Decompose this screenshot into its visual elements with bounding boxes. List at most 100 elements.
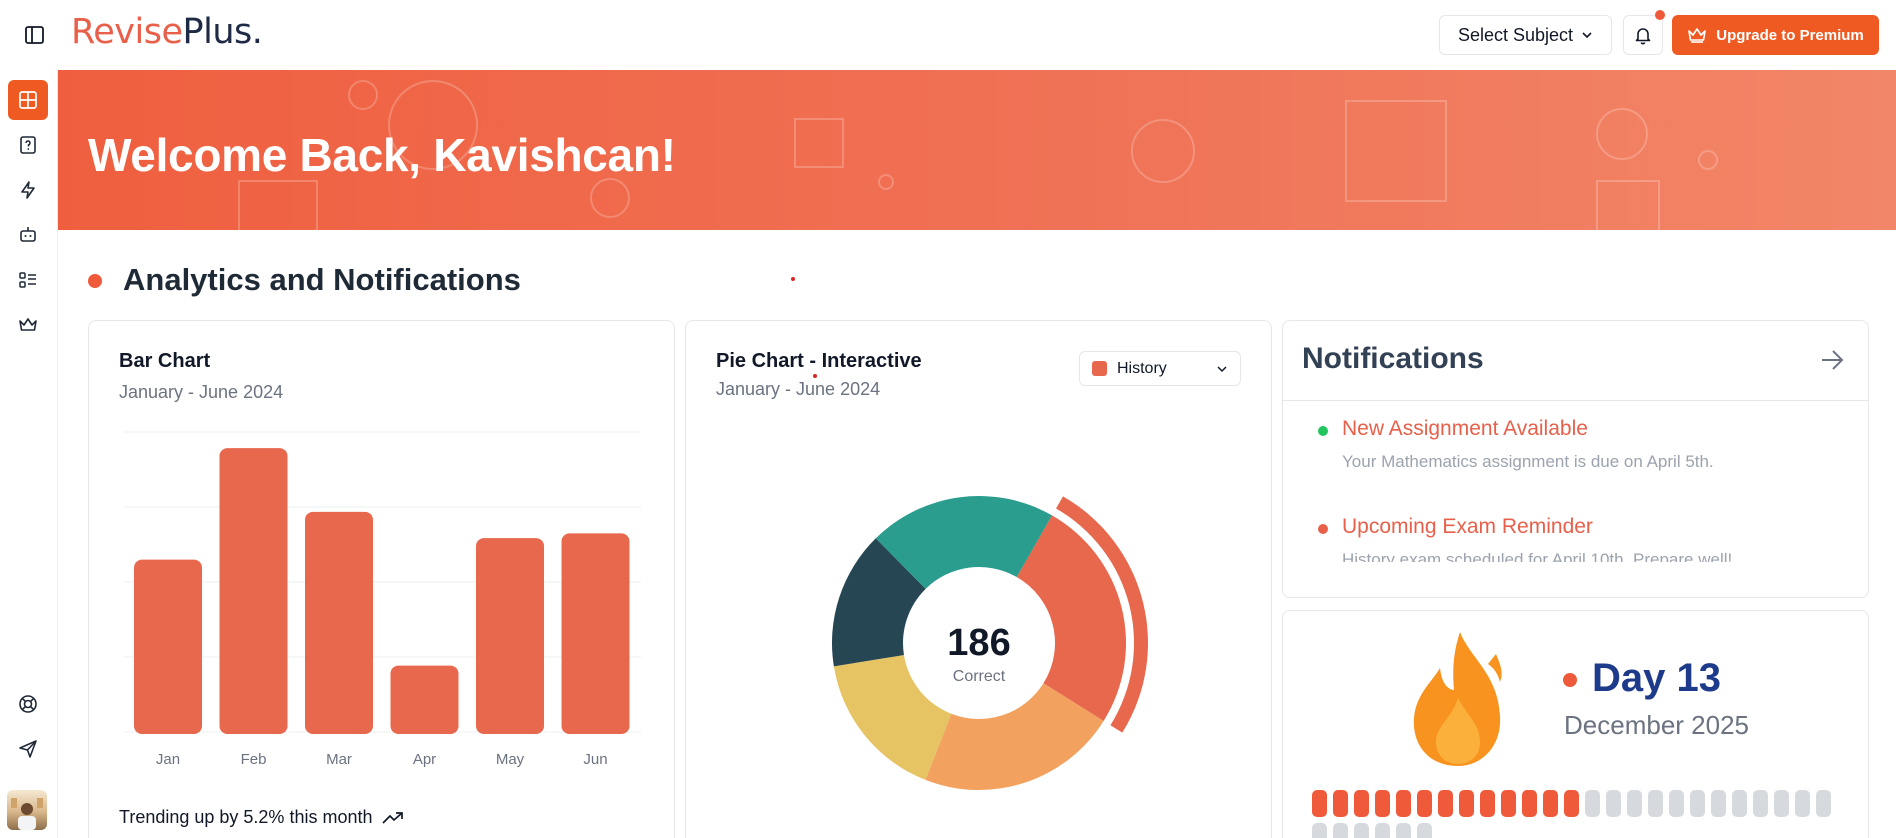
sidebar — [0, 70, 58, 838]
streak-day-pill — [1690, 790, 1705, 817]
streak-day-pill — [1375, 823, 1390, 838]
streak-day-pill — [1648, 790, 1663, 817]
streak-day-pill — [1501, 790, 1516, 817]
bar-may[interactable] — [476, 538, 544, 734]
notification-status-dot — [1318, 426, 1328, 436]
sidebar-toggle-icon[interactable] — [24, 24, 46, 46]
streak-calendar — [1312, 790, 1842, 838]
notification-list: New Assignment Available Your Mathematic… — [1282, 402, 1869, 562]
sidebar-item-support[interactable] — [8, 684, 48, 724]
streak-day-pill — [1585, 790, 1600, 817]
notification-body: History exam scheduled for April 10th. P… — [1342, 550, 1733, 562]
logo-part-revise: Revise — [71, 12, 183, 52]
fire-icon — [1413, 632, 1502, 766]
subject-filter-label: History — [1117, 359, 1167, 377]
streak-day-pill — [1564, 790, 1579, 817]
streak-day-pill — [1312, 790, 1327, 817]
section-dot — [88, 274, 102, 288]
streak-day-pill — [1312, 823, 1327, 838]
streak-day-pill — [1417, 790, 1432, 817]
decor-square — [1596, 180, 1660, 230]
x-tick-label: Feb — [241, 751, 267, 768]
select-subject-button[interactable]: Select Subject — [1439, 15, 1612, 55]
streak-dot — [1563, 673, 1577, 687]
decor-circle — [1596, 108, 1648, 160]
decor-square — [1345, 100, 1447, 202]
streak-day-pill — [1354, 790, 1369, 817]
decor-circle — [590, 178, 630, 218]
arrow-right-icon[interactable] — [1820, 348, 1846, 372]
lightning-icon — [21, 181, 35, 199]
bot-icon — [20, 227, 36, 242]
sidebar-item-ai-bot[interactable] — [8, 215, 48, 255]
chevron-down-icon — [1582, 32, 1592, 39]
x-tick-label: Jan — [156, 751, 180, 768]
notification-title[interactable]: Upcoming Exam Reminder — [1342, 515, 1593, 539]
x-tick-label: May — [496, 751, 525, 768]
streak-day-pill — [1627, 790, 1642, 817]
avatar[interactable] — [7, 790, 47, 830]
decor-circle — [348, 80, 378, 110]
x-tick-label: Apr — [413, 751, 436, 768]
bar-jan[interactable] — [134, 559, 202, 734]
sidebar-item-flash[interactable] — [8, 170, 48, 210]
stray-dot — [791, 277, 795, 281]
chevron-down-icon — [1217, 365, 1227, 372]
stray-dot — [813, 374, 817, 378]
bar-feb[interactable] — [219, 448, 288, 734]
streak-day-pill — [1333, 790, 1348, 817]
app-logo[interactable]: RevisePlus. — [71, 12, 263, 52]
bar-chart-subtitle: January - June 2024 — [119, 382, 284, 402]
notifications-title: Notifications — [1302, 342, 1484, 375]
streak-day-pill — [1354, 823, 1369, 838]
decor-circle — [878, 174, 894, 190]
sidebar-item-premium[interactable] — [8, 305, 48, 345]
bar-chart-title: Bar Chart — [119, 350, 211, 372]
subject-filter-select[interactable]: History — [1079, 351, 1241, 386]
top-bar: RevisePlus. Select Subject Upgrade to Pr… — [0, 0, 1896, 70]
streak-day-pill — [1375, 790, 1390, 817]
notification-title[interactable]: New Assignment Available — [1342, 417, 1588, 441]
crown-icon — [1688, 28, 1707, 43]
streak-day-pill — [1753, 790, 1768, 817]
upgrade-premium-button[interactable]: Upgrade to Premium — [1672, 15, 1879, 55]
sidebar-item-feedback[interactable] — [8, 729, 48, 769]
notification-body: Your Mathematics assignment is due on Ap… — [1342, 452, 1714, 471]
subject-color-swatch — [1092, 361, 1107, 376]
sidebar-item-tasks[interactable] — [8, 260, 48, 300]
crown-icon — [19, 318, 37, 331]
x-tick-label: Jun — [583, 751, 607, 768]
welcome-banner: Welcome Back, Kavishcan! — [58, 70, 1896, 230]
sidebar-item-quiz[interactable] — [8, 125, 48, 165]
streak-day-pill — [1732, 790, 1747, 817]
pie-chart-subtitle: January - June 2024 — [716, 379, 881, 399]
streak-day-pill — [1522, 790, 1537, 817]
streak-day-pill — [1795, 790, 1810, 817]
bar-jun[interactable] — [561, 533, 630, 734]
streak-day-pill — [1543, 790, 1558, 817]
sidebar-item-dashboard[interactable] — [8, 80, 48, 120]
streak-day-pill — [1711, 790, 1726, 817]
streak-day-pill — [1480, 790, 1495, 817]
bar-mar[interactable] — [305, 511, 373, 734]
welcome-heading: Welcome Back, Kavishcan! — [88, 129, 676, 181]
streak-day-pill — [1396, 823, 1411, 838]
streak-day-pill — [1774, 790, 1789, 817]
select-subject-label: Select Subject — [1457, 24, 1574, 45]
dashboard-icon — [19, 91, 37, 109]
notifications-button[interactable] — [1623, 15, 1663, 55]
question-file-icon — [20, 136, 36, 154]
logo-part-plus: Plus. — [182, 12, 263, 52]
streak-day-pill — [1438, 790, 1453, 817]
notification-badge — [1655, 10, 1665, 20]
pie-chart: 186 Correct — [832, 496, 1148, 790]
streak-month-label: December 2025 — [1564, 710, 1749, 740]
bar-apr[interactable] — [390, 665, 459, 734]
streak-day-label: Day 13 — [1592, 656, 1721, 700]
streak-day-pill — [1606, 790, 1621, 817]
decor-circle — [1698, 150, 1718, 170]
pie-center-value: 186 — [947, 622, 1010, 664]
divider — [1282, 400, 1868, 401]
x-tick-label: Mar — [326, 751, 352, 768]
decor-square — [238, 180, 318, 230]
